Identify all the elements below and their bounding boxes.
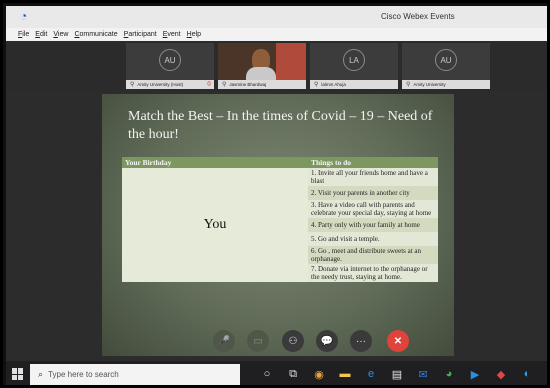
meeting-controls: 🎤 ▭ ⚇ 💬 ··· ✕ <box>6 328 547 356</box>
participant-icon: ⚲ <box>406 82 411 88</box>
video-background <box>276 43 306 80</box>
participants-button[interactable]: ⚇ <box>282 330 304 352</box>
table-header: Your Birthday <box>122 157 308 168</box>
menu-participant[interactable]: Participant <box>124 31 157 38</box>
participant-name: Jasmine Bhardwaj <box>229 82 267 87</box>
taskbar-search[interactable]: ⌕ Type here to search <box>30 364 240 385</box>
search-placeholder: Type here to search <box>48 370 119 379</box>
paint-icon[interactable]: ◉ <box>312 367 326 381</box>
table-cell: 5. Go and visit a temple. <box>308 232 438 246</box>
participant-namebar: ⚲ Amity University (Host) ⦸ <box>126 80 214 89</box>
avatar: AU <box>159 49 181 71</box>
table-row: You 1. Invite all your friends home and … <box>122 168 438 282</box>
leave-button[interactable]: ✕ <box>387 330 409 352</box>
mail-icon[interactable]: ✉ <box>416 367 430 381</box>
leave-icon: ✕ <box>393 335 403 347</box>
table-cell: 7. Donate via internet to the orphanage … <box>308 264 438 282</box>
more-icon: ··· <box>356 335 366 347</box>
edge-icon[interactable]: e <box>364 367 378 381</box>
table-header: Things to do <box>308 157 438 168</box>
windows-logo-icon <box>18 368 23 374</box>
you-cell: You <box>122 168 308 282</box>
participant-tile[interactable]: AU ⚲ Amity University (Host) ⦸ <box>126 43 214 89</box>
avatar: AU <box>435 49 457 71</box>
task-view-icon[interactable]: ⧉ <box>286 367 300 381</box>
windows-taskbar: ⌕ Type here to search ○ ⧉ ◉ ▬ e ▤ ✉ ◕ ▶ ◆ ◐ <box>6 361 547 385</box>
video-button[interactable]: ▭ <box>247 330 269 352</box>
participant-tile-video[interactable]: ⚲ Jasmine Bhardwaj <box>218 43 306 89</box>
chat-icon: 💬 <box>320 335 334 347</box>
window-title: Cisco Webex Events <box>381 12 455 21</box>
table-cell: 1. Invite all your friends home and have… <box>308 168 438 186</box>
windows-logo-icon <box>12 368 17 374</box>
table-cell: 6. Go , meet and distribute sweets at an… <box>308 246 438 264</box>
menu-communicate[interactable]: Communicate <box>74 31 117 38</box>
table-header-row: Your Birthday Things to do <box>122 157 438 168</box>
windows-logo-icon <box>18 374 23 380</box>
video-icon: ▭ <box>253 335 263 347</box>
video-person-body <box>246 67 276 81</box>
title-bar: ◔ Cisco Webex Events <box>6 6 547 28</box>
slide-table: Your Birthday Things to do You 1. Invite… <box>122 157 438 282</box>
windows-logo-icon <box>12 374 17 380</box>
muted-mic-icon: ⦸ <box>207 81 211 87</box>
mute-icon: 🎤 <box>217 335 231 347</box>
menu-event[interactable]: Event <box>163 31 181 38</box>
webex-logo-icon: ◔ <box>20 9 28 23</box>
participant-name: Amity University (Host) <box>137 82 184 87</box>
table-cell: 4. Party only with your family at home <box>308 218 438 232</box>
participant-tile[interactable]: AU ⚲ Amity University <box>402 43 490 89</box>
presentation-stage: Match the Best – In the times of Covid –… <box>6 91 547 361</box>
participant-strip: AU ⚲ Amity University (Host) ⦸ ⚲ Jasmine… <box>6 41 547 91</box>
table-cell: 2. Visit your parents in another city <box>308 186 438 200</box>
start-button[interactable] <box>12 368 24 380</box>
participant-namebar: ⚲ Amity University <box>402 80 490 89</box>
menu-edit[interactable]: Edit <box>35 31 47 38</box>
menu-help[interactable]: Help <box>187 31 201 38</box>
file-explorer-icon[interactable]: ▬ <box>338 367 352 381</box>
host-icon: ⚲ <box>130 82 135 88</box>
photos-icon[interactable]: ◆ <box>494 367 508 381</box>
menu-file[interactable]: File <box>18 31 29 38</box>
mute-button[interactable]: 🎤 <box>213 330 235 352</box>
participant-namebar: ⚲ lalmm Ahuja <box>310 80 398 89</box>
more-button[interactable]: ··· <box>350 330 372 352</box>
participant-name: Amity University <box>413 82 446 87</box>
participants-icon: ⚇ <box>288 335 298 347</box>
participant-tile[interactable]: LA ⚲ lalmm Ahuja <box>310 43 398 89</box>
menu-view[interactable]: View <box>53 31 68 38</box>
avatar: LA <box>343 49 365 71</box>
search-icon: ⌕ <box>38 369 44 379</box>
cortana-icon[interactable]: ○ <box>260 367 274 381</box>
slide-title: Match the Best – In the times of Covid –… <box>128 109 433 142</box>
menu-bar: File Edit View Communicate Participant E… <box>6 28 547 41</box>
screen-frame: ◔ Cisco Webex Events File Edit View Comm… <box>0 0 550 388</box>
shared-slide: Match the Best – In the times of Covid –… <box>102 94 454 356</box>
store-icon[interactable]: ▤ <box>390 367 404 381</box>
participant-namebar: ⚲ Jasmine Bhardwaj <box>218 80 306 89</box>
media-icon[interactable]: ▶ <box>468 367 482 381</box>
presenter-icon: ⚲ <box>222 82 227 88</box>
chat-button[interactable]: 💬 <box>316 330 338 352</box>
network-icon[interactable]: ◐ <box>520 367 534 381</box>
participant-icon: ⚲ <box>314 82 319 88</box>
participant-name: lalmm Ahuja <box>321 82 346 87</box>
table-cell: 3. Have a video call with parents and ce… <box>308 200 438 218</box>
chrome-icon[interactable]: ◕ <box>442 367 456 381</box>
